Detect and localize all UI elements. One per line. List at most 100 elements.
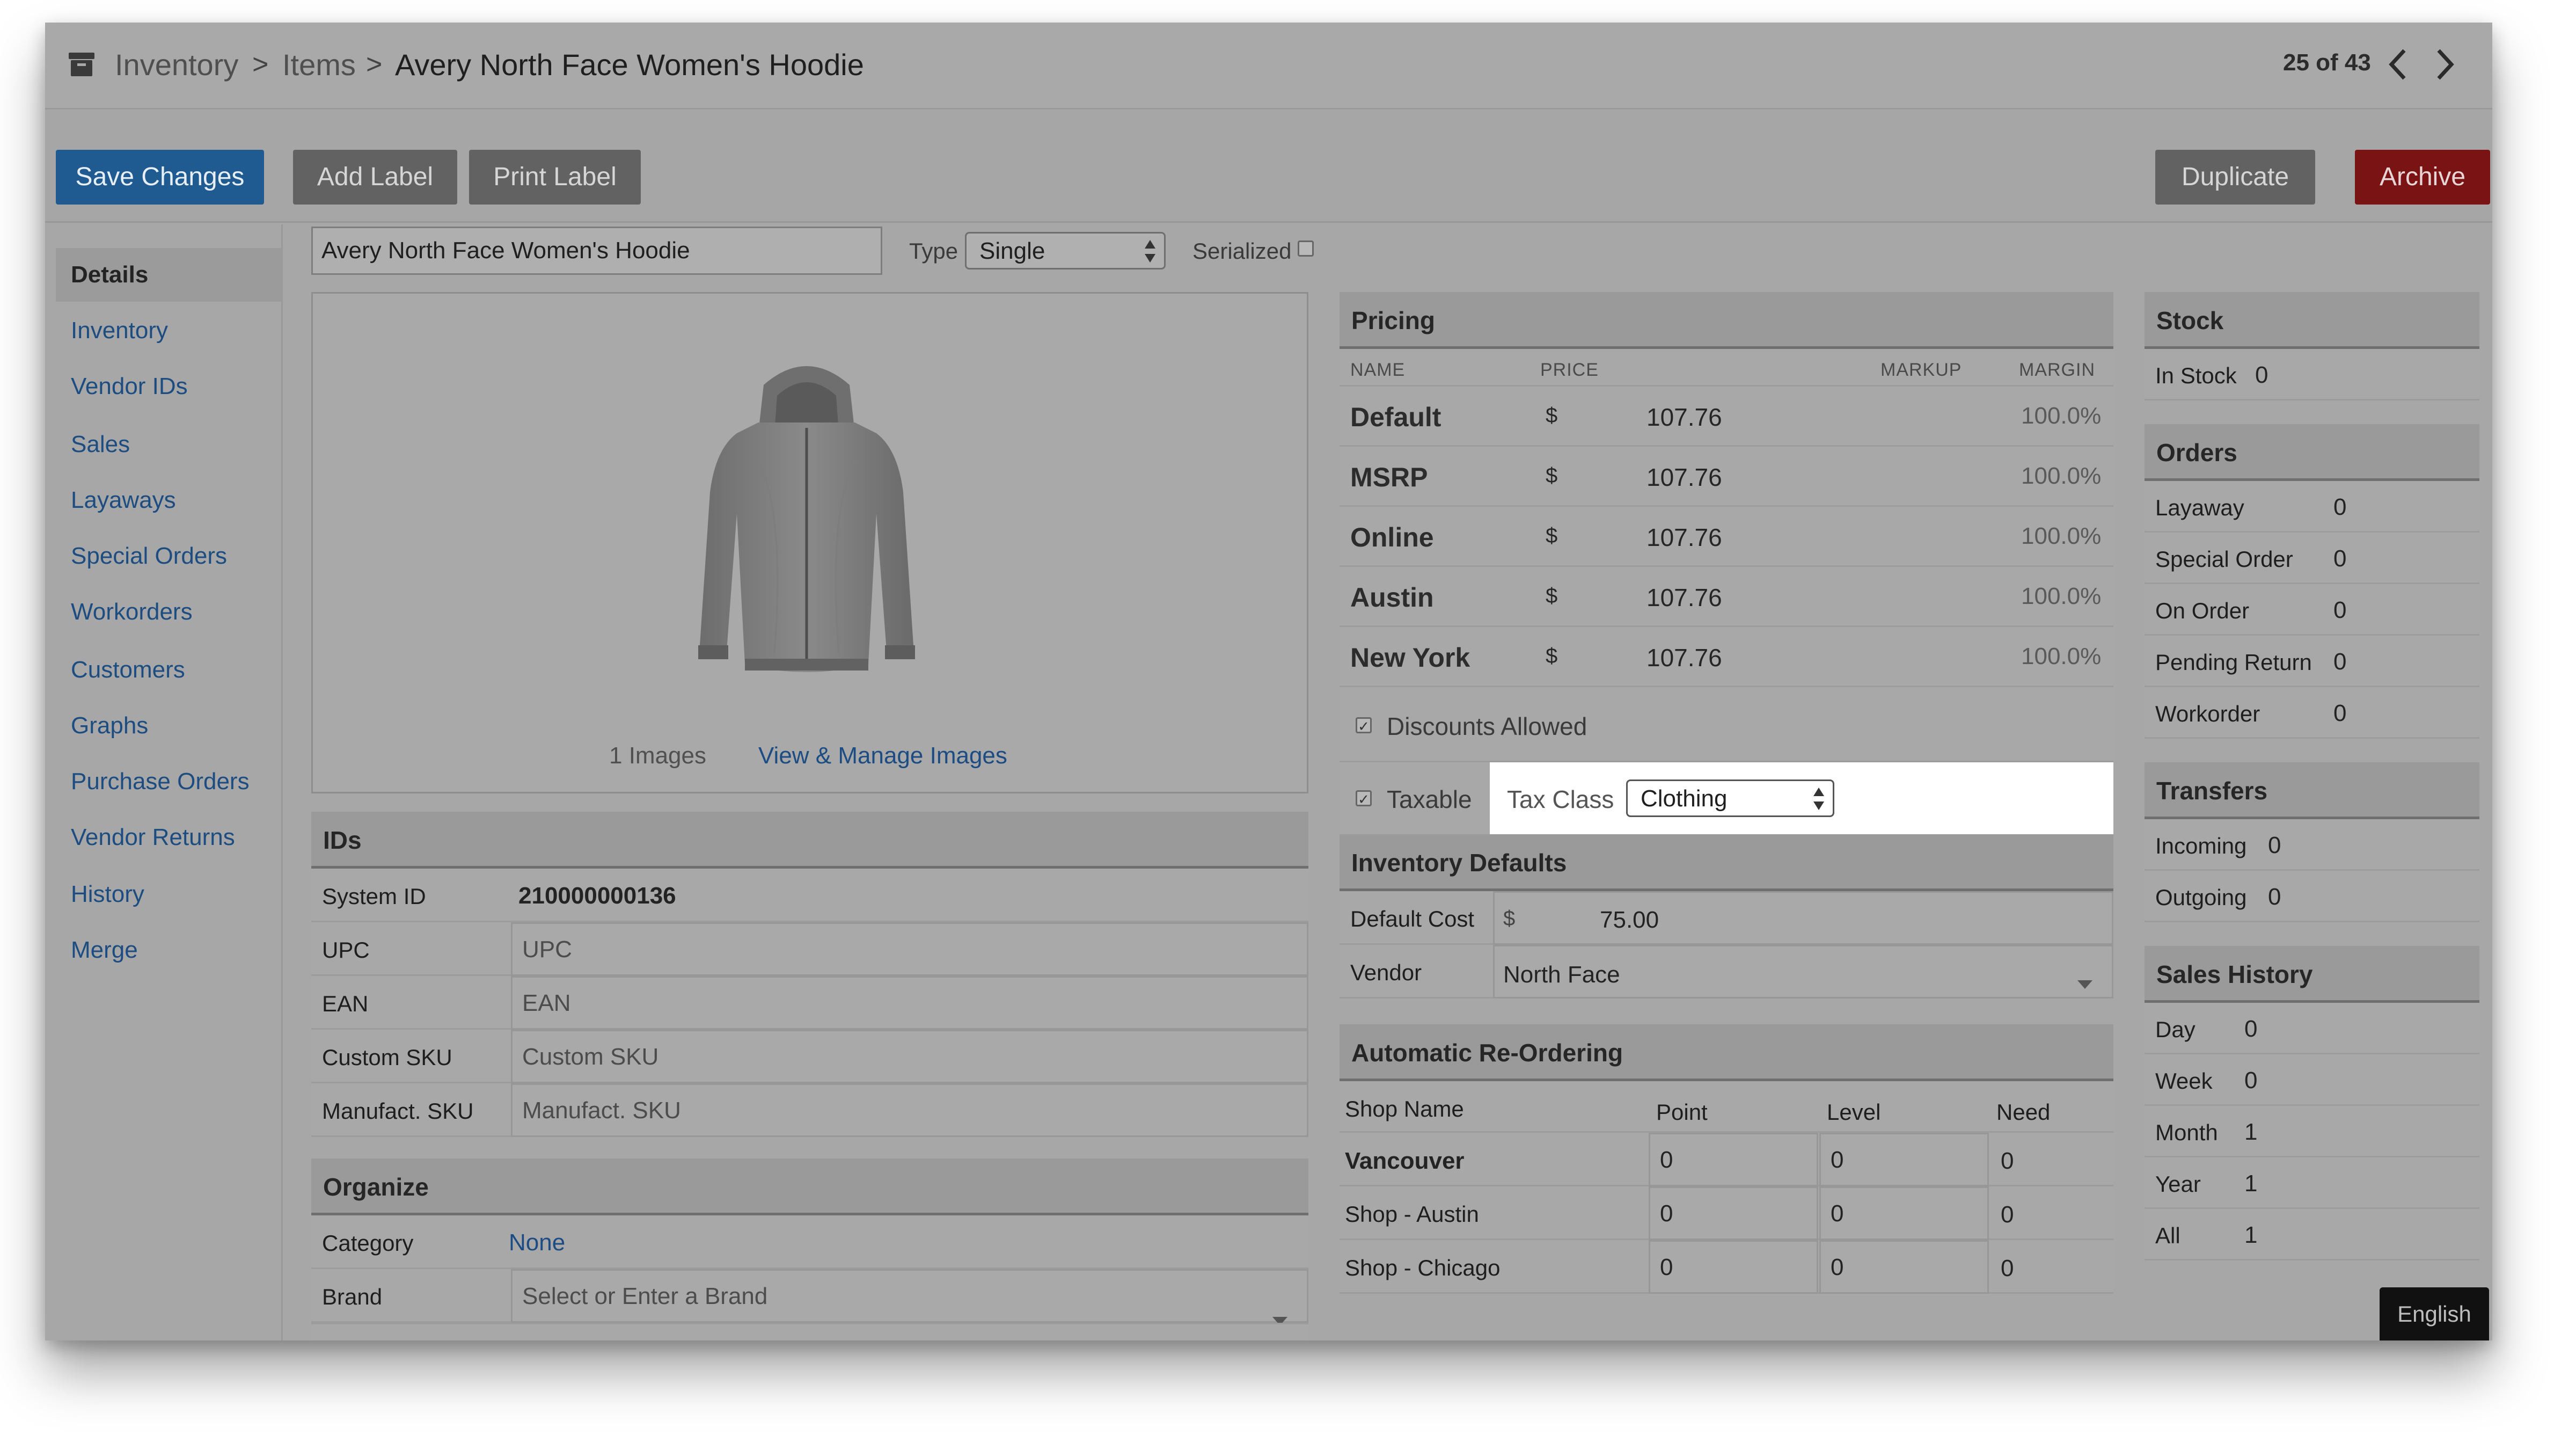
toolbar: Save Changes Add Label Print Label Dupli… [45,111,2492,223]
price-level-name: Online [1350,522,1434,552]
archive-button[interactable]: Archive [2355,150,2490,205]
sidebar-item-special-orders[interactable]: Special Orders [56,529,283,583]
table-row: System ID 210000000136 [311,869,1308,922]
price-input[interactable]: 107.76 [1646,583,1722,612]
table-row: Shop - Austin 0 0 0 [1340,1186,2113,1240]
breadcrumb-inventory[interactable]: Inventory [115,47,238,82]
default-cost-label: Default Cost [1350,906,1475,931]
table-row: Default $ 107.76 100.0% [1340,387,2113,447]
chevron-left-icon[interactable] [2385,46,2412,83]
default-cost-input[interactable]: $ 75.00 [1493,891,2113,945]
print-label-button[interactable]: Print Label [469,150,641,205]
price-input[interactable]: 107.76 [1646,643,1722,672]
sales-period-value: 1 [2244,1170,2258,1197]
table-row: Day 0 [2145,1003,2479,1054]
table-row: On Order 0 [2145,584,2479,636]
table-row: Pending Return 0 [2145,636,2479,687]
inventory-icon [68,50,96,78]
vendor-select[interactable]: North Face [1493,945,2113,999]
save-changes-button[interactable]: Save Changes [56,150,264,205]
custom-sku-label: Custom SKU [322,1045,452,1070]
transfer-label: Incoming [2155,833,2247,858]
serialized-checkbox[interactable] [1298,241,1314,257]
sidebar-item-purchase-orders[interactable]: Purchase Orders [56,755,283,808]
breadcrumb-items[interactable]: Items [282,47,356,82]
image-panel: 1 Images View & Manage Images [311,292,1308,793]
order-label: On Order [2155,598,2250,623]
type-select[interactable]: Single [965,232,1166,269]
taxable-checkbox[interactable]: ✓ [1356,790,1372,807]
ids-table: System ID 210000000136 UPC UPC EAN EAN C… [311,869,1308,1137]
column-header: MARKUP [1880,360,1962,380]
reorder-point-input[interactable]: 0 [1649,1133,1818,1186]
product-image[interactable] [678,353,935,696]
table-row: All 1 [2145,1209,2479,1260]
pricing-section-header: Pricing [1340,292,2113,349]
currency-symbol: $ [1546,584,1558,608]
price-input[interactable]: 107.76 [1646,463,1722,492]
discounts-allowed-checkbox[interactable]: ✓ [1356,717,1372,734]
order-label: Layaway [2155,495,2244,520]
orders-header: Orders [2145,424,2479,481]
reorder-level-input[interactable]: 0 [1819,1133,1989,1186]
need-value: 0 [2001,1255,2014,1281]
price-input[interactable]: 107.76 [1646,523,1722,552]
reorder-level-input[interactable]: 0 [1819,1186,1989,1240]
view-manage-images-link[interactable]: View & Manage Images [758,742,1007,769]
price-input[interactable]: 107.76 [1646,403,1722,432]
reordering-header: Automatic Re-Ordering [1340,1024,2113,1081]
currency-symbol: $ [1546,404,1558,427]
category-link[interactable]: None [509,1229,565,1256]
table-row: MSRP $ 107.76 100.0% [1340,447,2113,507]
sidebar-item-layaways[interactable]: Layaways [56,473,283,527]
in-stock-value: 0 [2255,362,2268,388]
ean-input[interactable]: EAN [511,976,1308,1030]
sidebar-item-graphs[interactable]: Graphs [56,699,283,753]
price-level-name: Default [1350,402,1441,432]
column-header: MARGIN [2019,360,2095,380]
sidebar-item-customers[interactable]: Customers [56,643,283,697]
reorder-point-input[interactable]: 0 [1649,1240,1818,1294]
discounts-row: ✓ Discounts Allowed [1340,687,2113,762]
app-window: Inventory > Items > Avery North Face Wom… [45,23,2492,1340]
table-row: Manufact. SKU Manufact. SKU [311,1083,1308,1137]
reordering-header-row: Shop Name Point Level Need [1340,1081,2113,1133]
column-header: Level [1827,1099,1881,1125]
sidebar-item-vendor-ids[interactable]: Vendor IDs [56,360,283,413]
breadcrumb-separator: > [252,49,269,80]
item-name-input[interactable]: Avery North Face Women's Hoodie [311,227,882,275]
transfer-label: Outgoing [2155,885,2247,910]
table-row: Default Cost $ 75.00 [1340,891,2113,945]
duplicate-button[interactable]: Duplicate [2155,150,2315,205]
pricing-table: NAME PRICE MARKUP MARGIN Default $ 107.7… [1340,349,2113,894]
chevron-right-icon[interactable] [2431,46,2458,83]
brand-select[interactable]: Select or Enter a Brand [511,1269,1308,1325]
tax-class-select[interactable]: Clothing [1626,779,1834,817]
table-row: Category None [311,1215,1308,1269]
add-label-button[interactable]: Add Label [293,150,457,205]
reorder-level-input[interactable]: 0 [1819,1240,1989,1294]
order-label: Pending Return [2155,650,2312,675]
sidebar-item-inventory[interactable]: Inventory [56,304,283,358]
column-header: Need [1996,1099,2051,1125]
sidebar-item-merge[interactable]: Merge [56,923,283,977]
margin-value: 100.0% [2021,403,2102,429]
select-arrows-icon [1812,784,1825,813]
sidebar-item-sales[interactable]: Sales [56,418,283,471]
custom-sku-input[interactable]: Custom SKU [511,1030,1308,1083]
reorder-point-input[interactable]: 0 [1649,1186,1818,1240]
sidebar-item-details[interactable]: Details [56,248,283,302]
table-row [311,1323,1308,1340]
table-row: Week 0 [2145,1054,2479,1106]
price-level-name: New York [1350,643,1470,673]
shop-name: Shop - Austin [1345,1201,1479,1227]
manufact-sku-input[interactable]: Manufact. SKU [511,1083,1308,1137]
sidebar-item-workorders[interactable]: Workorders [56,585,283,639]
sales-period-label: Year [2155,1171,2201,1197]
sidebar-item-vendor-returns[interactable]: Vendor Returns [56,811,283,864]
language-button[interactable]: English [2380,1287,2489,1340]
upc-input[interactable]: UPC [511,922,1308,976]
table-row: EAN EAN [311,976,1308,1030]
table-row: Special Order 0 [2145,533,2479,584]
sidebar-item-history[interactable]: History [56,868,283,921]
